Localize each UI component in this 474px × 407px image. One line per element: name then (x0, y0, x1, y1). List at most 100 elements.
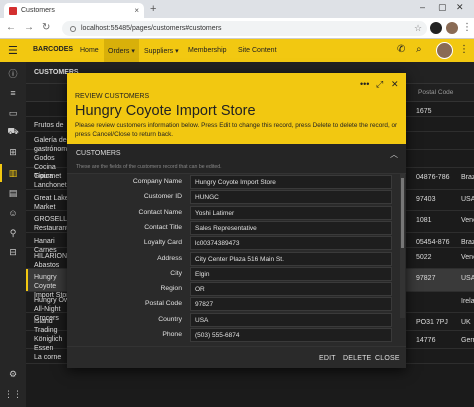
bookmark-star-icon[interactable]: ☆ (414, 23, 422, 34)
form-row: Contact Name Yoshi Latimer (67, 205, 400, 221)
url-input[interactable]: localhost:55485/pages/customers#customer… (62, 21, 427, 36)
close-icon[interactable]: ✕ (391, 79, 399, 90)
field-value[interactable]: Yoshi Latimer (190, 205, 392, 220)
form-row: City Elgin (67, 266, 400, 282)
cell-country: Vene (461, 254, 474, 261)
dialog-footer: EDIT DELETE CLOSE (67, 346, 406, 368)
edit-button[interactable]: EDIT (319, 355, 336, 362)
field-value[interactable]: City Center Plaza 516 Main St. (190, 251, 392, 266)
field-label: Phone (162, 331, 182, 338)
field-value[interactable]: (503) 555-6874 (190, 328, 392, 342)
chevron-up-icon[interactable]: ︿ (390, 149, 398, 160)
forward-icon[interactable]: → (24, 22, 34, 33)
menu-site-content[interactable]: Site Content (234, 39, 281, 62)
cell-postal-code: 05454-876 (416, 239, 450, 246)
card-icon[interactable]: ▭ (7, 107, 19, 119)
field-value[interactable]: HUNGC (190, 190, 392, 205)
more-options-icon[interactable]: ••• (360, 79, 369, 89)
form-row: Company Name Hungry Coyote Import Store (67, 175, 400, 190)
section-description: These are the fields of the customers re… (76, 164, 222, 170)
cell-postal-code: 1675 (416, 108, 432, 115)
dialog-header: ••• ⤢ ✕ REVIEW CUSTOMERS Hungry Coyote I… (67, 73, 406, 144)
browser-tab[interactable]: Customers × (4, 3, 144, 18)
field-value[interactable]: USA (190, 312, 392, 327)
menu-home[interactable]: Home (76, 39, 103, 62)
menu-suppliers[interactable]: Suppliers ▾ (140, 39, 183, 62)
form-row: Region OR (67, 282, 400, 297)
back-icon[interactable]: ← (6, 22, 16, 33)
people-icon[interactable]: ☺ (7, 207, 19, 219)
form-row: Address City Center Plaza 516 Main St. (67, 251, 400, 267)
extension-icon[interactable] (430, 22, 442, 34)
scrollbar-thumb[interactable] (401, 178, 404, 248)
plus-box-icon[interactable]: ⊞ (7, 146, 19, 158)
reload-icon[interactable]: ↻ (42, 22, 50, 33)
close-window-icon[interactable]: ✕ (456, 2, 464, 13)
cell-country: Vene (461, 217, 474, 224)
app-bar: ☰ BARCODES Home Orders ▾ Suppliers ▾ Mem… (0, 39, 474, 62)
dialog-scrollbar[interactable] (400, 174, 405, 318)
field-value[interactable]: Elgin (190, 266, 392, 281)
dialog-description: Please review customers information belo… (75, 122, 398, 138)
form-row: Postal Code 97827 (67, 297, 400, 312)
minimize-icon[interactable]: – (420, 2, 425, 12)
field-value[interactable]: Hungry Coyote Import Store (190, 175, 392, 189)
section-title: CUSTOMERS (76, 150, 121, 157)
brand-logo[interactable]: BARCODES (33, 46, 73, 53)
field-value[interactable]: 97827 (190, 297, 392, 312)
sidebar: ⓘ ≡ ▭ ⛟ ⊞ ▥ ▤ ☺ ⚲ ⊟ ⚙ ⋮⋮ (0, 62, 26, 407)
avatar[interactable] (436, 42, 453, 59)
barcode-icon[interactable]: ▥ (7, 167, 19, 179)
field-label: Region (160, 285, 182, 293)
grid-icon[interactable]: ⊟ (7, 246, 19, 258)
cell-postal-code: 97827 (416, 275, 436, 282)
sidebar-active-indicator (0, 164, 2, 182)
customers-section-header[interactable]: CUSTOMERS ︿ These are the fields of the … (67, 144, 406, 174)
dialog-subtitle: REVIEW CUSTOMERS (75, 93, 150, 100)
field-label: Contact Name (138, 208, 182, 216)
hamburger-menu-icon[interactable]: ☰ (8, 44, 18, 57)
form-row: Loyalty Card lc00374389473 (67, 236, 400, 251)
cell-postal-code: 5022 (416, 254, 432, 261)
settings-icon[interactable]: ⚙ (7, 368, 19, 380)
cell-country: Braz (461, 239, 474, 246)
field-label: City (170, 269, 182, 277)
map-pin-icon[interactable]: ⚲ (7, 227, 19, 239)
tab-title: Customers (21, 7, 55, 14)
favicon-icon (9, 6, 17, 15)
menu-list-icon[interactable]: ≡ (7, 87, 19, 99)
cell-country: USA (461, 196, 474, 203)
cell-postal-code: 97403 (416, 196, 436, 203)
new-tab-icon[interactable]: + (150, 3, 156, 15)
info-icon[interactable]: ⓘ (7, 67, 19, 79)
fullscreen-icon[interactable]: ⤢ (376, 79, 383, 90)
form-row: Customer ID HUNGC (67, 190, 400, 205)
field-label: Customer ID (143, 193, 182, 201)
field-label: Company Name (132, 178, 182, 185)
cart-icon[interactable]: ⛟ (7, 126, 19, 138)
field-label: Loyalty Card (143, 239, 182, 247)
field-label: Postal Code (144, 300, 182, 308)
delete-button[interactable]: DELETE (343, 355, 371, 362)
maximize-icon[interactable]: ▢ (438, 2, 447, 13)
menu-membership[interactable]: Membership (184, 39, 231, 62)
cell-postal-code: 14776 (416, 337, 436, 344)
url-text: localhost:55485/pages/customers#customer… (81, 25, 222, 32)
close-tab-icon[interactable]: × (134, 6, 139, 15)
row-selected-indicator (26, 269, 28, 291)
field-value[interactable]: Sales Representative (190, 220, 392, 235)
chart-icon[interactable]: ▤ (7, 187, 19, 199)
phone-icon[interactable]: ✆ (397, 44, 405, 55)
browser-tabstrip: Customers × + – ▢ ✕ (0, 0, 474, 18)
address-bar: ← → ↻ localhost:55485/pages/customers#cu… (0, 18, 474, 39)
field-value[interactable]: lc00374389473 (190, 236, 392, 251)
column-header-postal-code[interactable]: Postal Code (418, 89, 453, 96)
more-icon[interactable]: ⋮ (459, 44, 469, 55)
profile-icon[interactable] (446, 22, 458, 34)
browser-menu-icon[interactable]: ⋮ (462, 22, 472, 33)
menu-orders[interactable]: Orders ▾ (104, 39, 139, 62)
close-button[interactable]: CLOSE (375, 355, 400, 362)
apps-icon[interactable]: ⋮⋮ (4, 388, 22, 400)
search-icon[interactable]: ⌕ (416, 44, 422, 55)
field-value[interactable]: OR (190, 282, 392, 297)
